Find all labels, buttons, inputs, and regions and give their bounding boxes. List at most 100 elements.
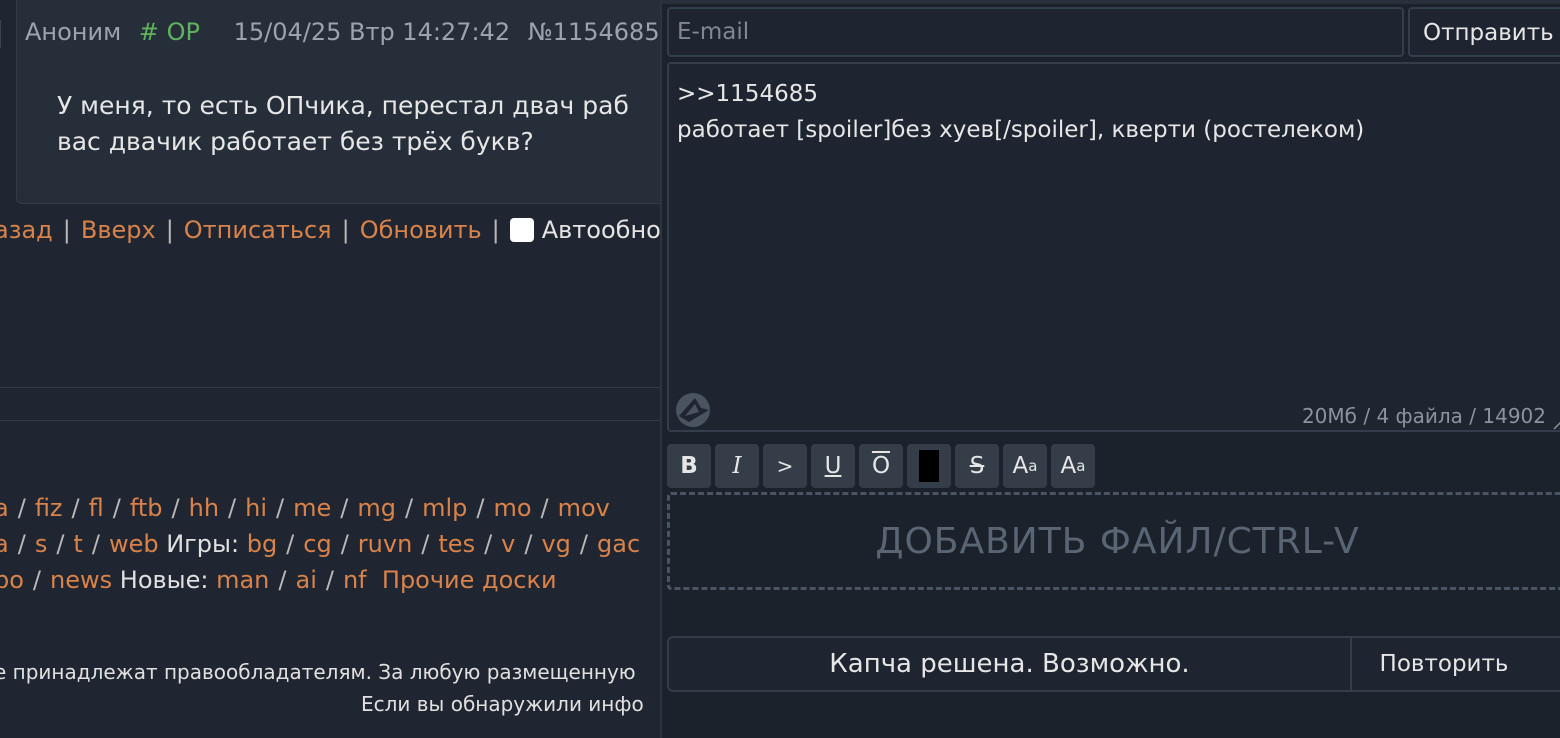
post-text-line: У меня, то есть ОПчика, перестал двач ра…	[57, 91, 629, 120]
board-link[interactable]: hi	[245, 494, 267, 522]
spoiler-icon	[919, 450, 939, 482]
nav-separator: |	[165, 216, 174, 244]
divider	[0, 387, 660, 388]
board-link[interactable]: me	[293, 494, 331, 522]
footer-text: е принадлежат правообладателям. За любую…	[0, 660, 636, 684]
board-link[interactable]: a	[0, 530, 9, 558]
quote-button[interactable]: >	[763, 444, 807, 488]
thread-area: Аноним # OP 15/04/25 Втр 14:27:42 №11546…	[0, 0, 660, 738]
footer-text: Если вы обнаружили инфо	[361, 692, 644, 716]
bold-button[interactable]: B	[667, 444, 711, 488]
op-post: Аноним # OP 15/04/25 Втр 14:27:42 №11546…	[16, 0, 660, 204]
board-link[interactable]: t	[73, 530, 82, 558]
board-link[interactable]: cg	[303, 530, 331, 558]
italic-button[interactable]: I	[715, 444, 759, 488]
board-link[interactable]: ai	[295, 566, 316, 594]
italic-glyph: I	[732, 453, 742, 479]
board-line-1: a / fiz / fl / ftb / hh / hi / me / mg / mlp / mo / mov	[0, 490, 640, 526]
post-date: 15/04/25 Втр 14:27:42	[233, 18, 511, 46]
board-link[interactable]: gac	[597, 530, 640, 558]
back-link[interactable]: азад	[0, 216, 53, 244]
strike-glyph: S	[969, 453, 985, 479]
post-number-link[interactable]: №1154685	[528, 18, 660, 46]
resize-handle-icon[interactable]	[1552, 416, 1560, 430]
post-edge-mark	[0, 20, 8, 48]
board-link[interactable]: fl	[89, 494, 104, 522]
nav-separator: |	[341, 216, 350, 244]
board-link[interactable]: nf	[343, 566, 367, 594]
board-separator: /	[540, 494, 549, 522]
board-line-3: po / news Новые: man / ai / nf Прочие доски	[0, 562, 640, 598]
board-link[interactable]: po	[0, 566, 24, 594]
spoiler-button[interactable]	[907, 444, 951, 488]
bold-glyph: B	[680, 453, 698, 479]
captcha-status: Капча решена. Возможно.	[667, 636, 1352, 692]
strike-button[interactable]: S	[955, 444, 999, 488]
poster-name: Аноним	[25, 18, 122, 46]
board-link[interactable]: web	[109, 530, 159, 558]
games-label: Игры:	[166, 530, 240, 558]
board-separator: /	[579, 530, 588, 558]
sup-small-glyph: a	[1028, 457, 1038, 475]
board-separator: /	[32, 566, 42, 594]
nav-separator: |	[62, 216, 71, 244]
board-link[interactable]: news	[50, 566, 112, 594]
board-list: a / fiz / fl / ftb / hh / hi / me / mg / mlp / mo / mov a / s /…	[0, 490, 640, 598]
board-link[interactable]: ruvn	[358, 530, 413, 558]
underline-button[interactable]: U	[811, 444, 855, 488]
board-separator: /	[476, 494, 485, 522]
board-separator: /	[278, 566, 287, 594]
send-button[interactable]: Отправить	[1408, 7, 1560, 57]
board-link[interactable]: mo	[493, 494, 531, 522]
board-separator: /	[171, 494, 180, 522]
board-separator: /	[286, 530, 295, 558]
board-separator: /	[228, 494, 237, 522]
board-link[interactable]: vg	[541, 530, 570, 558]
board-link[interactable]: bg	[247, 530, 277, 558]
upload-limits: 20Мб / 4 файла / 14902	[1301, 404, 1546, 428]
thread-nav: азад | Вверх | Отписаться | Обновить | Автообнов	[0, 216, 660, 244]
board-link[interactable]: mlp	[422, 494, 467, 522]
board-link[interactable]: s	[35, 530, 48, 558]
file-dropzone[interactable]: ДОБАВИТЬ ФАЙЛ/CTRL-V	[667, 492, 1560, 590]
underline-glyph: U	[824, 453, 842, 479]
board-link[interactable]: a	[0, 494, 9, 522]
board-separator: /	[112, 494, 121, 522]
board-link[interactable]: mov	[558, 494, 610, 522]
board-link[interactable]: mg	[357, 494, 396, 522]
superscript-button[interactable]: Aa	[1003, 444, 1047, 488]
board-separator: /	[524, 530, 533, 558]
board-link[interactable]: fiz	[35, 494, 63, 522]
sup-main-glyph: A	[1012, 453, 1029, 479]
board-link[interactable]: tes	[438, 530, 475, 558]
autorefresh-label: Автообнов	[541, 216, 660, 244]
refresh-link[interactable]: Обновить	[360, 216, 482, 244]
message-textarea[interactable]: >>1154685 работает [spoiler]без хуев[/sp…	[667, 62, 1560, 432]
board-link[interactable]: hh	[189, 494, 219, 522]
divider	[0, 420, 660, 421]
unsubscribe-link[interactable]: Отписаться	[184, 216, 332, 244]
new-label: Новые:	[119, 566, 209, 594]
overline-button[interactable]: O	[859, 444, 903, 488]
retry-button[interactable]: Повторить	[1350, 636, 1560, 692]
up-link[interactable]: Вверх	[81, 216, 156, 244]
op-tag: # OP	[138, 18, 200, 46]
board-separator: /	[17, 494, 26, 522]
autorefresh-checkbox[interactable]	[509, 218, 534, 242]
board-separator: /	[17, 530, 26, 558]
subscript-button[interactable]: Aa	[1051, 444, 1095, 488]
board-separator: /	[340, 530, 349, 558]
sub-main-glyph: A	[1060, 453, 1077, 479]
markup-logo-icon[interactable]	[675, 392, 713, 428]
board-link[interactable]: v	[501, 530, 515, 558]
board-link[interactable]: man	[216, 566, 269, 594]
form-top-border	[662, 0, 1560, 4]
post-message: У меня, то есть ОПчика, перестал двач ра…	[57, 88, 660, 160]
email-input[interactable]: E-mail	[667, 7, 1404, 57]
board-separator: /	[404, 494, 414, 522]
board-separator: /	[56, 530, 65, 558]
other-boards-link[interactable]: Прочие доски	[382, 566, 557, 594]
markup-toolbar: B I > U O S Aa Aa	[667, 444, 1095, 488]
board-link[interactable]: ftb	[130, 494, 163, 522]
nav-separator: |	[491, 216, 500, 244]
